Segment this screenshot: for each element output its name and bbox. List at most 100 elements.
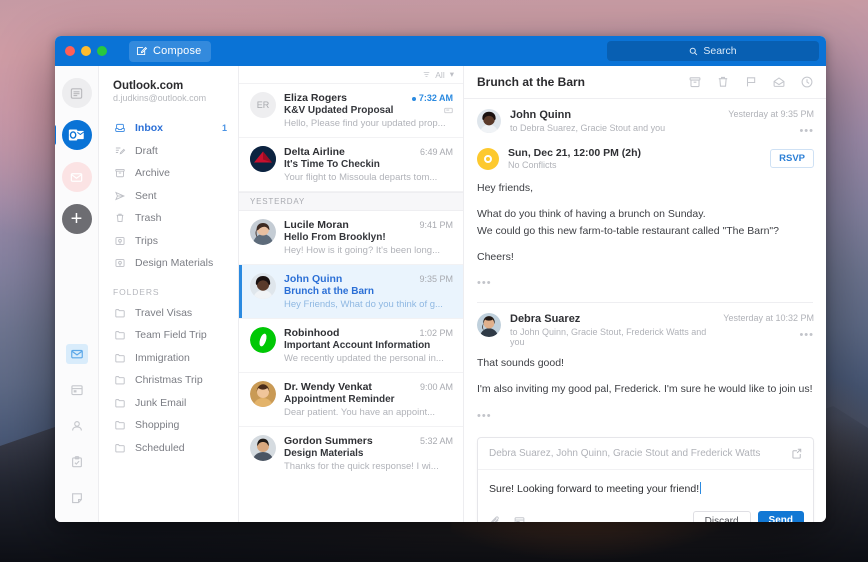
folder-item-label: Junk Email bbox=[135, 396, 187, 409]
avatar bbox=[250, 273, 276, 299]
folder-item-travel-visas[interactable]: Travel Visas bbox=[99, 302, 238, 325]
chevron-down-icon[interactable]: ▾ bbox=[450, 69, 454, 80]
trips-icon bbox=[113, 257, 126, 270]
list-item-body: Lucile Moran 9:41 PM Hello From Brooklyn… bbox=[284, 219, 453, 256]
notes-icon[interactable] bbox=[66, 488, 88, 508]
trips-icon bbox=[113, 234, 126, 247]
list-item[interactable]: Robinhood 1:02 PM Important Account Info… bbox=[239, 319, 463, 373]
calendar-icon[interactable] bbox=[66, 380, 88, 400]
message-more-menu[interactable]: ••• bbox=[723, 329, 814, 341]
flag-icon[interactable] bbox=[744, 75, 758, 89]
text-caret bbox=[700, 481, 702, 494]
reading-pane: Brunch at the Barn John Quinn to Debra S… bbox=[464, 66, 826, 522]
preview-text: Hello, Please find your updated prop... bbox=[284, 118, 446, 129]
reply-buttons: Discard Send bbox=[692, 510, 804, 522]
discard-button[interactable]: Discard bbox=[692, 510, 751, 522]
maximize-button[interactable] bbox=[97, 46, 107, 56]
send-button[interactable]: Send bbox=[757, 510, 804, 522]
mark-unread-icon[interactable] bbox=[772, 75, 786, 89]
close-button[interactable] bbox=[65, 46, 75, 56]
archive-icon bbox=[113, 167, 126, 180]
folder-icon bbox=[113, 419, 126, 432]
search-input[interactable]: Search bbox=[607, 41, 819, 61]
message-header: John Quinn to Debra Suarez, Gracie Stout… bbox=[464, 99, 826, 143]
avatar bbox=[477, 109, 501, 133]
popout-icon[interactable] bbox=[790, 447, 803, 460]
sender-name: Debra Suarez bbox=[510, 313, 581, 326]
folder-item-scheduled[interactable]: Scheduled bbox=[99, 437, 238, 460]
account-name: Outlook.com bbox=[113, 80, 184, 92]
sender-name: Lucile Moran bbox=[284, 219, 349, 231]
avatar bbox=[250, 381, 276, 407]
folder-item-immigration[interactable]: Immigration bbox=[99, 347, 238, 370]
subject: K&V Updated Proposal bbox=[284, 105, 453, 116]
filter-label[interactable]: All bbox=[435, 70, 444, 80]
message-time: Yesterday at 9:35 PM bbox=[728, 109, 814, 119]
mail-icon[interactable] bbox=[65, 344, 88, 364]
sidebar-item-trash[interactable]: Trash bbox=[99, 207, 238, 230]
sidebar-item-label: Sent bbox=[135, 189, 157, 202]
expand-quoted-text[interactable]: ••• bbox=[477, 408, 813, 425]
account-avatar-outlook[interactable] bbox=[55, 120, 92, 150]
message-body: Hey friends, What do you think of having… bbox=[464, 180, 826, 296]
add-account-button[interactable]: + bbox=[61, 204, 92, 234]
avatar-initials: ER bbox=[256, 100, 270, 110]
message-paragraph: Cheers! bbox=[477, 250, 514, 263]
filter-sort-icon[interactable] bbox=[423, 71, 430, 78]
list-item[interactable]: ER Eliza Rogers 7:32 AM K&V Updated Prop… bbox=[239, 84, 463, 138]
list-item[interactable]: Dr. Wendy Venkat 9:00 AM Appointment Rem… bbox=[239, 373, 463, 427]
folder-item-christmas-trip[interactable]: Christmas Trip bbox=[99, 369, 238, 392]
sidebar-item-design-materials[interactable]: Design Materials bbox=[99, 252, 238, 275]
folder-icon bbox=[113, 306, 126, 319]
list-item[interactable]: Gordon Summers 5:32 AM Design Materials … bbox=[239, 427, 463, 480]
folder-item-team-field-trip[interactable]: Team Field Trip bbox=[99, 324, 238, 347]
sidebar-item-trips[interactable]: Trips bbox=[99, 230, 238, 253]
people-icon[interactable] bbox=[66, 416, 88, 436]
message-time: 5:32 AM bbox=[419, 436, 453, 446]
sender-name: John Quinn bbox=[510, 109, 572, 121]
list-item-body: Delta Airline 6:49 AM It's Time To Check… bbox=[284, 146, 453, 183]
inbox-unread-badge: 1 bbox=[221, 123, 227, 134]
rsvp-button[interactable]: RSVP bbox=[770, 149, 814, 168]
folder-item-shopping[interactable]: Shopping bbox=[99, 414, 238, 437]
draft-icon bbox=[113, 144, 126, 157]
plus-icon: + bbox=[70, 208, 83, 230]
sidebar-item-label: Trash bbox=[135, 212, 162, 225]
compose-button[interactable]: Compose bbox=[129, 40, 212, 62]
trash-icon[interactable] bbox=[716, 75, 730, 89]
sidebar-item-archive[interactable]: Archive bbox=[99, 162, 238, 185]
list-item[interactable]: Delta Airline 6:49 AM It's Time To Check… bbox=[239, 138, 463, 192]
message-more-menu[interactable]: ••• bbox=[728, 125, 814, 137]
recipients: to John Quinn, Gracie Stout, Frederick W… bbox=[510, 327, 707, 348]
sent-icon bbox=[113, 189, 126, 202]
list-item[interactable]: Lucile Moran 9:41 PM Hello From Brooklyn… bbox=[239, 211, 463, 265]
reply-recipients-row[interactable]: Debra Suarez, John Quinn, Gracie Stout a… bbox=[478, 438, 813, 470]
insert-image-icon[interactable] bbox=[513, 515, 526, 522]
account-avatar-mail[interactable] bbox=[61, 162, 92, 192]
sender-name: Robinhood bbox=[284, 327, 340, 339]
reply-body-input[interactable]: Sure! Looking forward to meeting your fr… bbox=[478, 470, 813, 505]
folder-icon bbox=[113, 374, 126, 387]
list-item[interactable]: John Quinn 9:35 PM Brunch at the Barn He… bbox=[239, 265, 463, 319]
expand-quoted-text[interactable]: ••• bbox=[477, 275, 813, 292]
archive-icon[interactable] bbox=[688, 75, 702, 89]
folder-item-junk-email[interactable]: Junk Email bbox=[99, 392, 238, 415]
sidebar-item-draft[interactable]: Draft bbox=[99, 140, 238, 163]
account-avatar-generic[interactable] bbox=[61, 78, 92, 108]
snooze-icon[interactable] bbox=[800, 75, 814, 89]
sidebar-item-label: Draft bbox=[135, 144, 158, 157]
folder-item-label: Scheduled bbox=[135, 441, 185, 454]
outlook-window: Compose Search + Outlook.com d.judkins@o… bbox=[55, 36, 826, 522]
paperclip-icon[interactable] bbox=[489, 515, 502, 522]
tasks-icon[interactable] bbox=[66, 452, 88, 472]
avatar bbox=[250, 435, 276, 461]
compose-icon bbox=[136, 45, 148, 57]
sender-name: Delta Airline bbox=[284, 146, 345, 158]
sidebar-item-sent[interactable]: Sent bbox=[99, 185, 238, 208]
inbox-icon bbox=[113, 122, 126, 135]
preview-text: Hey Friends, What do you think of g... bbox=[284, 299, 443, 310]
sidebar-item-inbox[interactable]: Inbox 1 bbox=[99, 117, 238, 140]
account-email: d.judkins@outlook.com bbox=[113, 93, 207, 103]
minimize-button[interactable] bbox=[81, 46, 91, 56]
sender-name: Dr. Wendy Venkat bbox=[284, 381, 372, 393]
